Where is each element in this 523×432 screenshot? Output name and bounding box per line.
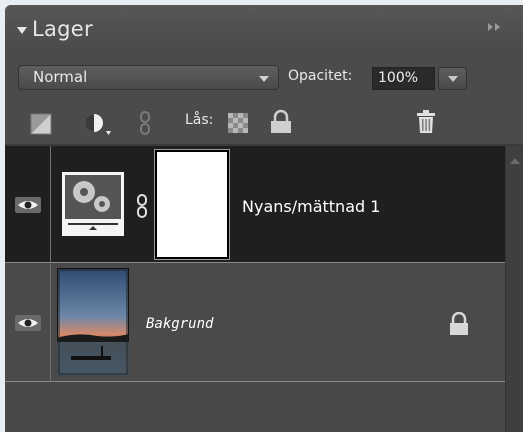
adjustment-layer-icon[interactable]: [83, 112, 113, 142]
panel-header[interactable]: Lager: [5, 5, 523, 53]
blend-mode-value: Normal: [33, 68, 88, 86]
panel-menu-icon[interactable]: [486, 21, 504, 35]
opacity-input[interactable]: 100%: [372, 67, 435, 90]
panel-title: Lager: [32, 17, 93, 41]
new-layer-icon[interactable]: [30, 113, 52, 139]
eye-icon[interactable]: [15, 197, 41, 213]
layers-panel: Lager Normal Opacitet: 100% Lås: Nyans/m…: [5, 5, 523, 432]
mask-link-icon[interactable]: [136, 194, 148, 222]
collapse-triangle-icon[interactable]: [17, 27, 27, 34]
visibility-cell[interactable]: [5, 146, 51, 262]
layer-mask-thumbnail[interactable]: [154, 149, 230, 260]
layer-list: Nyans/mättnad 1 Bakgrund: [5, 146, 523, 432]
lock-icon[interactable]: [447, 311, 471, 340]
background-image-thumbnail[interactable]: [56, 267, 130, 380]
eye-icon[interactable]: [15, 315, 41, 331]
layer-name[interactable]: Bakgrund: [146, 316, 213, 332]
layer-row-adjustment[interactable]: Nyans/mättnad 1: [5, 146, 505, 263]
layer-list-scrollbar[interactable]: [505, 146, 523, 432]
link-icon[interactable]: [139, 110, 151, 140]
chevron-down-icon: [448, 76, 458, 82]
visibility-cell[interactable]: [5, 264, 51, 381]
adjustment-thumbnail-icon: [62, 172, 124, 240]
chevron-down-icon: [259, 76, 269, 82]
lock-label: Lås:: [185, 112, 214, 128]
opacity-slider-button[interactable]: [438, 67, 467, 90]
opacity-label: Opacitet:: [288, 68, 353, 84]
lock-transparency-icon[interactable]: [228, 113, 248, 137]
lock-all-icon[interactable]: [269, 109, 293, 139]
trash-icon[interactable]: [415, 110, 437, 138]
layer-name[interactable]: Nyans/mättnad 1: [242, 197, 380, 216]
blend-mode-select[interactable]: Normal: [18, 65, 279, 90]
layer-row-background[interactable]: Bakgrund: [5, 264, 505, 382]
scroll-up-icon[interactable]: [510, 158, 520, 164]
